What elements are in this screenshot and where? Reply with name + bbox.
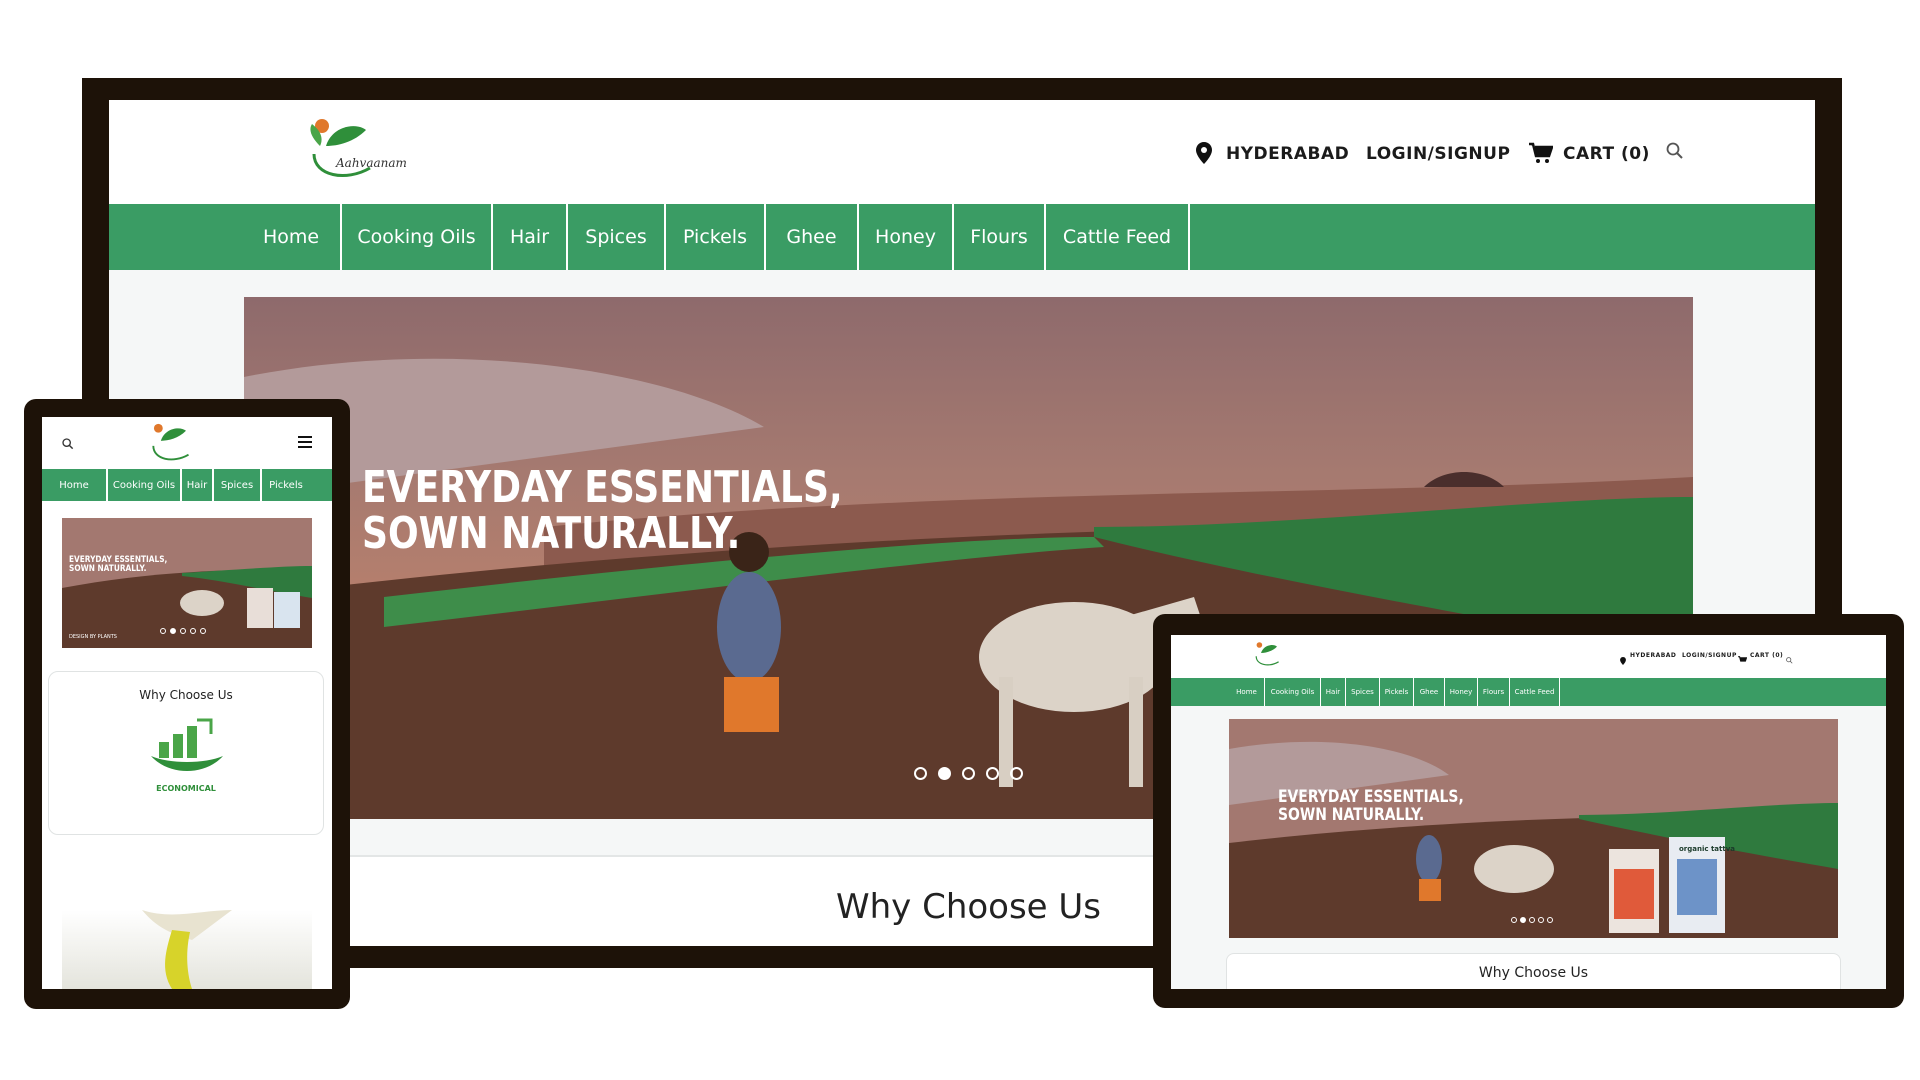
tablet-hero-banner: EVERYDAY ESSENTIALS, SOWN NATURALLY. org… bbox=[1229, 719, 1838, 938]
hero-line-1: EVERYDAY ESSENTIALS, bbox=[362, 462, 843, 513]
tablet-slider-dots bbox=[1511, 917, 1553, 923]
tablet-nav-flours[interactable]: Flours bbox=[1478, 678, 1510, 706]
tablet-slider-dot-1[interactable] bbox=[1511, 917, 1517, 923]
slider-dot-2[interactable] bbox=[938, 767, 951, 780]
nav-hair[interactable]: Hair bbox=[493, 204, 568, 270]
nav-honey[interactable]: Honey bbox=[859, 204, 954, 270]
slider-dot-3[interactable] bbox=[962, 767, 975, 780]
mobile-why-choose-card: Why Choose Us ECONOMICAL bbox=[48, 671, 324, 835]
tablet-nav-pickels[interactable]: Pickels bbox=[1380, 678, 1414, 706]
mobile-nav-hair[interactable]: Hair bbox=[182, 469, 214, 501]
nav-spices[interactable]: Spices bbox=[568, 204, 666, 270]
nav-cooking-oils[interactable]: Cooking Oils bbox=[342, 204, 493, 270]
mobile-logo[interactable] bbox=[146, 422, 226, 466]
desktop-header: Aahvaanam HYDERABAD LOGIN/SIGNUP CART (0… bbox=[109, 100, 1815, 204]
mobile-header bbox=[42, 417, 332, 469]
tablet-location-pin-icon[interactable] bbox=[1620, 652, 1626, 670]
hero-slider-dots bbox=[914, 767, 1023, 780]
mobile-hero-caption: DESIGN BY PLANTS bbox=[69, 634, 117, 640]
tablet-header: HYDERABAD LOGIN/SIGNUP CART (0) bbox=[1171, 635, 1886, 678]
tablet-logo-leaf-icon bbox=[1255, 642, 1279, 666]
tablet-cart-link[interactable]: CART (0) bbox=[1750, 652, 1783, 659]
tablet-nav-ghee[interactable]: Ghee bbox=[1414, 678, 1445, 706]
tablet-product-brand: organic tattva bbox=[1679, 845, 1736, 853]
tablet-logo[interactable] bbox=[1253, 639, 1301, 671]
slider-dot-4[interactable] bbox=[986, 767, 999, 780]
mobile-slider-dot-2[interactable] bbox=[170, 628, 176, 634]
mobile-phone-frame: Home Cooking Oils Hair Spices Pickels EV… bbox=[24, 399, 350, 1009]
mobile-slider-dot-1[interactable] bbox=[160, 628, 166, 634]
mobile-nav-spices[interactable]: Spices bbox=[214, 469, 262, 501]
tablet-nav-cattle-feed[interactable]: Cattle Feed bbox=[1510, 678, 1560, 706]
tablet-nav-cooking-oils[interactable]: Cooking Oils bbox=[1265, 678, 1321, 706]
tablet-nav-hair[interactable]: Hair bbox=[1321, 678, 1346, 706]
mobile-oil-image bbox=[62, 910, 312, 989]
mobile-hero-banner: EVERYDAY ESSENTIALS, SOWN NATURALLY. DES… bbox=[62, 518, 312, 648]
nav-cattle-feed[interactable]: Cattle Feed bbox=[1046, 204, 1190, 270]
tablet-login-signup-link[interactable]: LOGIN/SIGNUP bbox=[1682, 652, 1737, 659]
nav-home[interactable]: Home bbox=[242, 204, 342, 270]
login-signup-link[interactable]: LOGIN/SIGNUP bbox=[1366, 144, 1510, 164]
tablet-hero-illustration bbox=[1229, 719, 1838, 938]
tablet-slider-dot-4[interactable] bbox=[1538, 917, 1544, 923]
location-label[interactable]: HYDERABAD bbox=[1226, 144, 1349, 164]
mobile-logo-leaf-icon bbox=[152, 423, 189, 461]
tablet-hero-line-2: SOWN NATURALLY. bbox=[1278, 804, 1425, 825]
tablet-cart-icon[interactable] bbox=[1738, 651, 1748, 669]
nav-ghee[interactable]: Ghee bbox=[766, 204, 859, 270]
cart-link[interactable]: CART (0) bbox=[1563, 144, 1650, 164]
hero-headline: EVERYDAY ESSENTIALS, SOWN NATURALLY. bbox=[362, 462, 843, 560]
site-logo[interactable]: Aahvaanam bbox=[306, 116, 426, 186]
desktop-category-nav: Home Cooking Oils Hair Spices Pickels Gh… bbox=[109, 204, 1815, 270]
mobile-hero-headline: EVERYDAY ESSENTIALS, SOWN NATURALLY. bbox=[69, 555, 167, 575]
tablet-slider-dot-5[interactable] bbox=[1547, 917, 1553, 923]
mobile-screen: Home Cooking Oils Hair Spices Pickels EV… bbox=[42, 417, 332, 989]
tablet-why-choose-title: Why Choose Us bbox=[1478, 965, 1589, 981]
oil-pour-illustration bbox=[142, 910, 232, 989]
mobile-slider-dots bbox=[160, 628, 206, 634]
economical-growth-icon bbox=[149, 718, 225, 781]
mobile-nav-home[interactable]: Home bbox=[42, 469, 108, 501]
mobile-why-choose-title: Why Choose Us bbox=[139, 688, 233, 702]
tablet-hero-headline: EVERYDAY ESSENTIALS, SOWN NATURALLY. bbox=[1278, 788, 1464, 825]
tablet-slider-dot-3[interactable] bbox=[1529, 917, 1535, 923]
mobile-nav-cooking-oils[interactable]: Cooking Oils bbox=[108, 469, 182, 501]
mobile-slider-dot-4[interactable] bbox=[190, 628, 196, 634]
tablet-nav-spices[interactable]: Spices bbox=[1346, 678, 1380, 706]
tablet-screen: HYDERABAD LOGIN/SIGNUP CART (0) Home Coo… bbox=[1171, 635, 1886, 989]
slider-dot-1[interactable] bbox=[914, 767, 927, 780]
mobile-nav-pickels[interactable]: Pickels bbox=[262, 469, 310, 501]
mobile-slider-dot-3[interactable] bbox=[180, 628, 186, 634]
tablet-location-label[interactable]: HYDERABAD bbox=[1630, 652, 1676, 659]
tablet-frame: HYDERABAD LOGIN/SIGNUP CART (0) Home Coo… bbox=[1153, 614, 1904, 1008]
tablet-search-icon[interactable] bbox=[1786, 651, 1793, 669]
nav-flours[interactable]: Flours bbox=[954, 204, 1046, 270]
tablet-nav-home[interactable]: Home bbox=[1229, 678, 1265, 706]
mobile-hero-line-2: SOWN NATURALLY. bbox=[69, 564, 147, 575]
slider-dot-5[interactable] bbox=[1010, 767, 1023, 780]
tablet-slider-dot-2[interactable] bbox=[1520, 917, 1526, 923]
hero-line-2: SOWN NATURALLY. bbox=[362, 508, 741, 560]
feature-label-economical: ECONOMICAL bbox=[156, 784, 216, 793]
tablet-category-nav: Home Cooking Oils Hair Spices Pickels Gh… bbox=[1171, 678, 1886, 706]
cart-icon[interactable] bbox=[1529, 142, 1554, 169]
tablet-nav-honey[interactable]: Honey bbox=[1445, 678, 1478, 706]
logo-text: Aahvaanam bbox=[336, 156, 407, 170]
mobile-slider-dot-5[interactable] bbox=[200, 628, 206, 634]
logo-leaf-icon bbox=[310, 119, 371, 177]
search-icon[interactable] bbox=[1666, 142, 1684, 165]
nav-pickels[interactable]: Pickels bbox=[666, 204, 766, 270]
tablet-why-choose-card: Why Choose Us bbox=[1226, 953, 1841, 989]
location-pin-icon[interactable] bbox=[1196, 142, 1212, 169]
mobile-search-icon[interactable] bbox=[62, 437, 74, 455]
hamburger-menu-icon[interactable] bbox=[298, 435, 312, 453]
mobile-category-nav: Home Cooking Oils Hair Spices Pickels bbox=[42, 469, 332, 501]
